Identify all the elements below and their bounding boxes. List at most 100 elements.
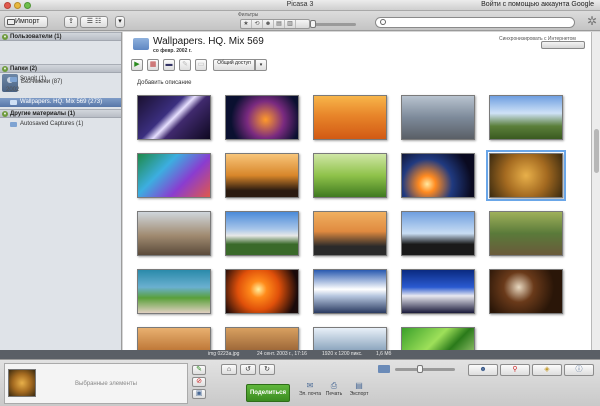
- date-filter-slider[interactable]: [310, 20, 356, 28]
- upload-button[interactable]: ⇪: [64, 16, 78, 28]
- status-filename: img 0223a.jpg: [208, 351, 240, 357]
- tags-panel-button[interactable]: ◈: [532, 364, 562, 376]
- geotag-filter-icon[interactable]: ▥: [285, 20, 296, 28]
- photo-thumbnail[interactable]: [225, 211, 299, 256]
- photo-thumbnail[interactable]: [225, 269, 299, 314]
- view-options-button[interactable]: ▾: [115, 16, 125, 28]
- photo-tray: Выбранные элементы ✎ ⊘ ▣ ⌂ ↺ ↻ Поделитьс…: [0, 359, 600, 406]
- rotate-right-button[interactable]: ↻: [259, 364, 275, 375]
- export-button[interactable]: ▤ Экспорт: [343, 381, 375, 397]
- upload-icon: ⇪: [68, 18, 74, 25]
- places-panel-button[interactable]: ⚲: [500, 364, 530, 376]
- share-photos-button[interactable]: Поделиться: [246, 384, 290, 402]
- print-label: Печать: [325, 391, 343, 397]
- import-icon: [7, 19, 15, 25]
- export-folder-icon: ▤: [355, 381, 363, 390]
- album-upload-button[interactable]: ▭: [195, 59, 207, 71]
- collage-icon: ▦: [149, 61, 157, 68]
- selection-label: Выбранные элементы: [75, 381, 137, 387]
- sync-toggle[interactable]: [541, 41, 585, 49]
- photo-thumbnail[interactable]: [137, 269, 211, 314]
- blog-button[interactable]: ✎: [179, 59, 191, 71]
- album-icon: ▣: [195, 390, 203, 397]
- other-section-header[interactable]: ▼ Другие материалы (1): [0, 109, 121, 118]
- view-mode-toggle[interactable]: ☰ ☷: [80, 16, 108, 28]
- photo-thumbnail[interactable]: [401, 95, 475, 140]
- sidebar-item-autosaved-captures[interactable]: Autosaved Captures (1): [8, 120, 120, 129]
- search-box[interactable]: [375, 17, 575, 28]
- scrollbar-thumb[interactable]: [594, 129, 599, 173]
- collage-button[interactable]: ▦: [147, 59, 159, 71]
- thumbnail-size-slider[interactable]: [395, 365, 455, 373]
- export-label: Экспорт: [349, 391, 369, 397]
- google-signin-link[interactable]: Войти с помощью аккаунта Google: [481, 1, 594, 8]
- clear-selection-button[interactable]: ⊘: [192, 377, 206, 387]
- photo-thumbnail[interactable]: [401, 153, 475, 198]
- slideshow-button[interactable]: ▶: [131, 59, 143, 71]
- people-section-header[interactable]: ▼ Пользователи (1): [0, 32, 121, 41]
- photo-thumbnail[interactable]: [313, 95, 387, 140]
- list-view-icon: ☰ ☷: [86, 18, 102, 25]
- people-panel-button[interactable]: ☻: [468, 364, 498, 376]
- photo-thumbnail[interactable]: [137, 95, 211, 140]
- share-button[interactable]: Общий доступ: [213, 59, 255, 71]
- photo-thumbnail[interactable]: [489, 95, 563, 140]
- add-to-album-button[interactable]: ▣: [192, 389, 206, 399]
- filters-label: Фильтры: [238, 12, 259, 18]
- straighten-button[interactable]: ⌂: [221, 364, 237, 375]
- photo-thumbnail[interactable]: [313, 269, 387, 314]
- sidebar-item-snagit[interactable]: Snagit (1): [8, 75, 120, 84]
- hold-selection-button[interactable]: ✎: [192, 365, 206, 375]
- selection-tray: Выбранные элементы: [4, 363, 188, 404]
- thumbnail-size-slider-knob[interactable]: [417, 365, 423, 373]
- info-icon: ⓘ: [575, 366, 583, 373]
- folders-section-label: Папки (2): [10, 66, 37, 72]
- collapse-icon[interactable]: ▼: [2, 34, 8, 40]
- filter-buttons: ★ ⟲ ☻ ▤ ▥: [240, 19, 310, 29]
- share-dropdown-button[interactable]: ▾: [255, 59, 267, 71]
- gear-icon[interactable]: ✲: [587, 14, 597, 28]
- uploaded-filter-icon[interactable]: ▤: [274, 20, 285, 28]
- clear-icon: ⊘: [196, 378, 202, 385]
- add-description-link[interactable]: Добавить описание: [137, 80, 191, 86]
- date-filter-slider-knob[interactable]: [310, 20, 316, 28]
- photo-thumbnail[interactable]: [401, 211, 475, 256]
- movie-button[interactable]: ▬: [163, 59, 175, 71]
- photo-thumbnail[interactable]: [225, 95, 299, 140]
- album-title[interactable]: Wallpapers. HQ. Mix 569: [153, 36, 264, 47]
- import-label: Импорт: [15, 18, 40, 25]
- import-button[interactable]: Импорт: [4, 16, 48, 28]
- properties-panel-button[interactable]: ⓘ: [564, 364, 594, 376]
- photo-thumbnail[interactable]: [489, 269, 563, 314]
- photo-thumbnail[interactable]: [401, 269, 475, 314]
- video-filter-icon[interactable]: ⟲: [252, 20, 263, 28]
- photo-thumbnail[interactable]: [137, 153, 211, 198]
- movie-icon: ▬: [165, 61, 173, 68]
- rotate-left-button[interactable]: ↺: [240, 364, 256, 375]
- play-icon: ▶: [134, 61, 140, 68]
- album-view: Wallpapers. HQ. Mix 569 со февр. 2002 г.…: [123, 32, 591, 372]
- grid-scrollbar[interactable]: [591, 32, 600, 350]
- chevron-down-icon: ▾: [118, 18, 122, 25]
- collapse-icon[interactable]: ▼: [2, 111, 8, 117]
- search-input[interactable]: [389, 18, 569, 27]
- photo-thumbnail[interactable]: [137, 211, 211, 256]
- photo-thumbnail[interactable]: [486, 150, 566, 201]
- library-sidebar: ▼ Пользователи (1) Без имени (87) ▼ Папк…: [0, 32, 122, 350]
- photo-thumbnail[interactable]: [489, 211, 563, 256]
- folders-section-header[interactable]: ▼ Папки (2): [0, 64, 121, 73]
- tag-icon: ◈: [544, 366, 550, 373]
- search-icon: [380, 19, 386, 25]
- photo-thumbnail[interactable]: [225, 153, 299, 198]
- starred-filter-icon[interactable]: ★: [241, 20, 252, 28]
- pin-icon: ✎: [196, 366, 202, 373]
- photo-thumbnail[interactable]: [313, 153, 387, 198]
- faces-filter-icon[interactable]: ☻: [263, 20, 274, 28]
- sidebar-item-wallpapers-album[interactable]: Wallpapers. HQ. Mix 569 (273): [0, 98, 121, 107]
- status-bar: img 0223a.jpg 24 сент. 2003 г., 17:16 19…: [0, 350, 600, 359]
- people-section-label: Пользователи (1): [10, 34, 62, 40]
- photo-thumbnail[interactable]: [313, 211, 387, 256]
- collapse-icon[interactable]: ▼: [2, 66, 8, 72]
- selected-thumbnail[interactable]: [8, 369, 36, 397]
- status-size: 1,6 Мб: [376, 351, 392, 357]
